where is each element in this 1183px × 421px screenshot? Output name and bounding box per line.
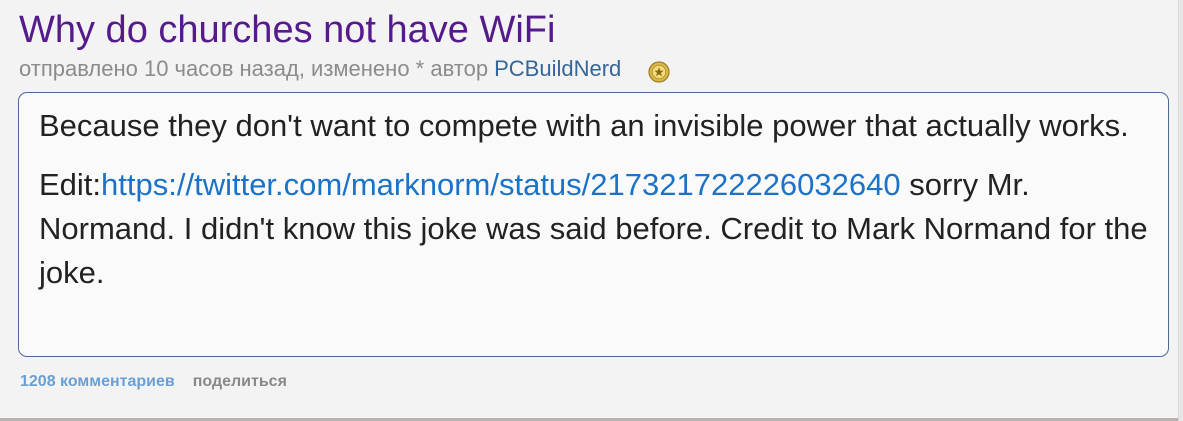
twitter-link[interactable]: https://twitter.com/marknorm/status/2173… [101, 167, 901, 202]
post-body: Because they don't want to compete with … [18, 92, 1169, 357]
post-tagline: отправлено 10 часов назад, изменено * ав… [19, 55, 670, 83]
post-title-link[interactable]: Why do churches not have WiFi [19, 7, 555, 53]
edit-paragraph: Edit:https://twitter.com/marknorm/status… [39, 163, 1149, 295]
tagline-text: отправлено 10 часов назад, изменено * ав… [19, 56, 489, 81]
comments-button[interactable]: 1208 комментариев [20, 372, 175, 392]
trophy-icon [648, 61, 670, 83]
post-page: Why do churches not have WiFi отправлено… [0, 0, 1183, 421]
scrollbar-edge [1178, 0, 1183, 421]
edit-label: Edit: [39, 167, 102, 202]
body-paragraph: Because they don't want to compete with … [39, 108, 1129, 143]
author-link[interactable]: PCBuildNerd [494, 56, 621, 82]
share-button[interactable]: поделиться [193, 372, 287, 392]
post-buttons: 1208 комментариев поделиться [20, 372, 287, 392]
